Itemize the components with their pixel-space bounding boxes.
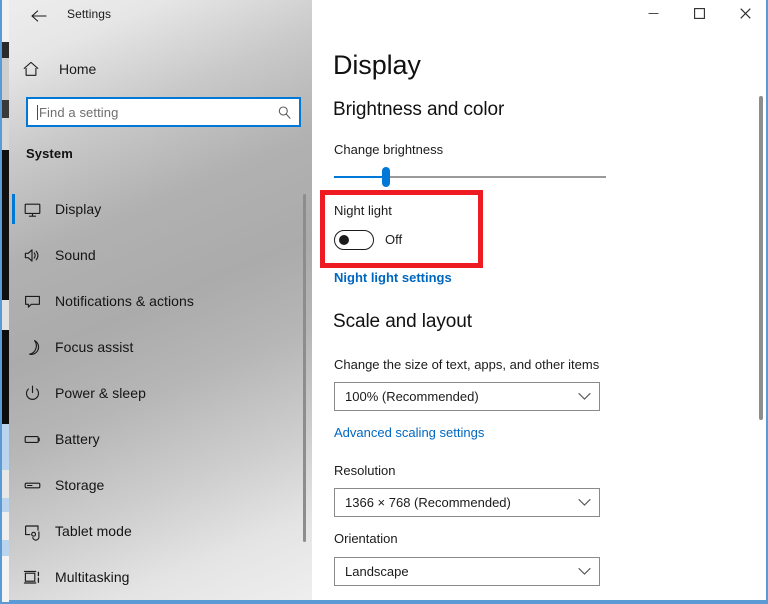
scale-dropdown-value: 100% (Recommended) (345, 389, 479, 404)
slider-filled-track (334, 176, 386, 178)
close-button[interactable] (722, 0, 766, 30)
sidebar-item-multitasking[interactable]: Multitasking (9, 554, 312, 600)
sidebar-item-label-multitasking: Multitasking (55, 569, 130, 585)
orientation-dropdown-value: Landscape (345, 564, 409, 579)
window-title: Settings (67, 7, 112, 21)
sidebar-item-focus-assist[interactable]: Focus assist (9, 324, 312, 370)
resolution-dropdown[interactable]: 1366 × 768 (Recommended) (334, 488, 600, 517)
minimize-button[interactable] (630, 0, 676, 30)
orientation-dropdown[interactable]: Landscape (334, 557, 600, 586)
night-light-settings-link[interactable]: Night light settings (334, 270, 452, 285)
brightness-slider[interactable] (334, 166, 606, 188)
back-button[interactable] (22, 2, 56, 30)
multitasking-icon (9, 568, 55, 587)
storage-icon (9, 476, 55, 495)
power-icon (9, 384, 55, 403)
search-input[interactable]: Find a setting (26, 97, 301, 127)
sidebar-item-sound[interactable]: Sound (9, 232, 312, 278)
minimize-icon (648, 6, 659, 24)
settings-window: Home Find a setting System Display Sound… (0, 0, 768, 604)
close-icon (739, 6, 751, 24)
speaker-icon (9, 246, 55, 265)
chevron-down-icon (569, 498, 599, 507)
toggle-knob (339, 235, 349, 245)
label-resolution: Resolution (334, 463, 396, 478)
tablet-icon (9, 522, 55, 541)
sidebar-item-notifications[interactable]: Notifications & actions (9, 278, 312, 324)
background-desktop-sliver (2, 0, 9, 602)
label-change-brightness: Change brightness (334, 142, 444, 157)
sidebar-item-label-storage: Storage (55, 477, 105, 493)
sidebar-item-label-sound: Sound (55, 247, 96, 263)
search-placeholder-text: Find a setting (39, 104, 119, 120)
title-bar: Settings (9, 0, 766, 32)
notification-icon (9, 292, 55, 311)
navigation-pane: Home Find a setting System Display Sound… (9, 0, 312, 602)
scale-dropdown[interactable]: 100% (Recommended) (334, 382, 600, 411)
advanced-scaling-settings-link[interactable]: Advanced scaling settings (334, 425, 484, 440)
label-orientation: Orientation (334, 531, 398, 546)
resolution-dropdown-value: 1366 × 768 (Recommended) (345, 495, 511, 510)
window-bottom-edge (9, 600, 766, 602)
sidebar-scrollbar[interactable] (303, 194, 306, 542)
annotation-rectangle (320, 190, 483, 268)
sidebar-item-label-home: Home (59, 61, 97, 77)
search-icon[interactable] (271, 105, 297, 120)
sidebar-item-tablet-mode[interactable]: Tablet mode (9, 508, 312, 554)
sidebar-item-label-battery: Battery (55, 431, 100, 447)
chevron-down-icon (569, 392, 599, 401)
sidebar-item-home[interactable]: Home (22, 54, 300, 84)
sidebar-item-display[interactable]: Display (9, 186, 312, 232)
main-content-pane: Display Brightness and color Change brig… (312, 0, 766, 602)
back-arrow-icon (30, 9, 48, 23)
sidebar-item-label-tablet-mode: Tablet mode (55, 523, 132, 539)
sidebar-item-battery[interactable]: Battery (9, 416, 312, 462)
text-caret (37, 104, 38, 120)
slider-thumb[interactable] (381, 167, 390, 187)
section-heading-brightness: Brightness and color (333, 99, 505, 120)
moon-icon (9, 338, 55, 357)
home-icon (22, 60, 52, 78)
monitor-icon (9, 200, 55, 219)
chevron-down-icon (569, 567, 599, 576)
maximize-button[interactable] (676, 0, 722, 30)
night-light-state-label: Off (385, 232, 403, 247)
sidebar-item-power-sleep[interactable]: Power & sleep (9, 370, 312, 416)
label-night-light: Night light (334, 203, 392, 218)
sidebar-list: Display Sound Notifications & actions Fo… (9, 186, 312, 600)
nav-group-title: System (26, 146, 73, 161)
page-title: Display (333, 50, 421, 80)
slider-remaining-track (385, 176, 606, 178)
sidebar-item-label-display: Display (55, 201, 102, 217)
sidebar-item-label-notifications: Notifications & actions (55, 293, 194, 309)
sidebar-item-label-power-sleep: Power & sleep (55, 385, 146, 401)
maximize-icon (693, 6, 705, 24)
content-scrollbar[interactable] (759, 96, 763, 420)
sidebar-item-storage[interactable]: Storage (9, 462, 312, 508)
battery-icon (9, 430, 55, 449)
label-change-size: Change the size of text, apps, and other… (334, 357, 600, 372)
section-heading-scale-and-layout: Scale and layout (333, 311, 472, 332)
sidebar-item-label-focus-assist: Focus assist (55, 339, 134, 355)
night-light-toggle[interactable] (334, 230, 374, 250)
